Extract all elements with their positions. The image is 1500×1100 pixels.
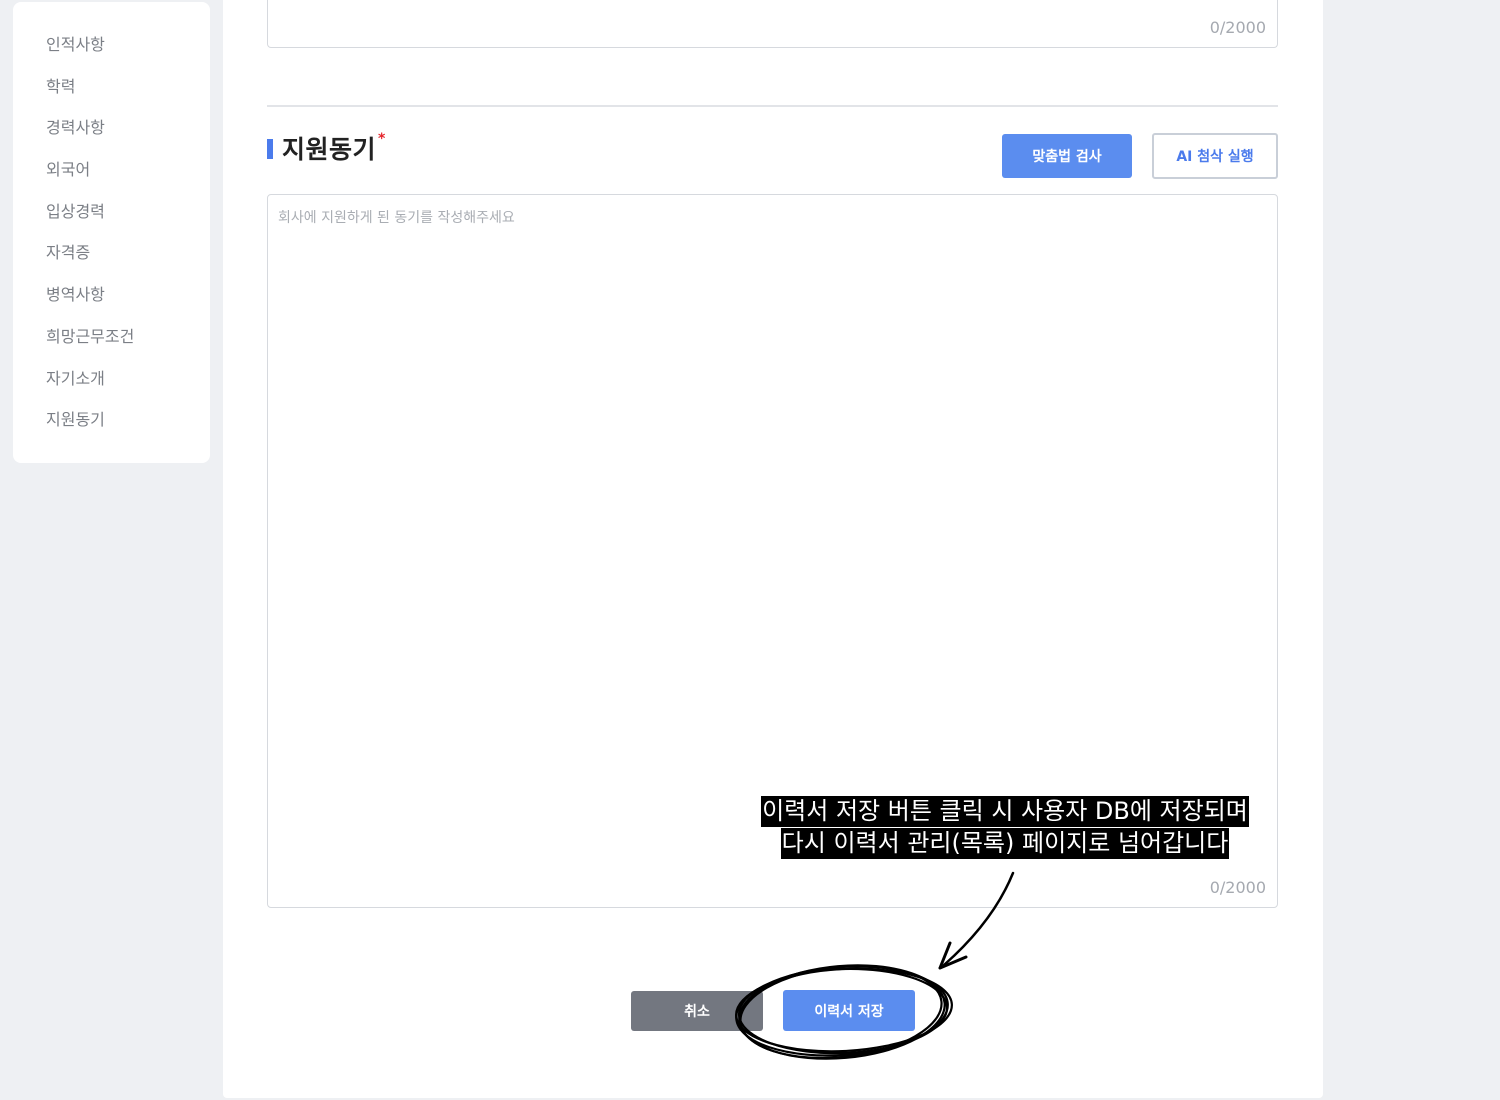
sidebar-item-career[interactable]: 경력사항	[13, 114, 210, 156]
sidebar-item-education[interactable]: 학력	[13, 73, 210, 115]
section-marker-bar	[267, 139, 273, 159]
motivation-textarea-container: 0/2000	[267, 194, 1278, 908]
motivation-textarea[interactable]	[268, 195, 1277, 865]
sidebar-item-certificates[interactable]: 자격증	[13, 239, 210, 281]
sidebar-item-awards[interactable]: 입상경력	[13, 198, 210, 240]
spell-check-button[interactable]: 맞춤법 검사	[1002, 134, 1132, 178]
section-title: 지원동기	[282, 135, 377, 164]
cancel-button[interactable]: 취소	[631, 991, 763, 1031]
ai-review-button[interactable]: AI 첨삭 실행	[1152, 133, 1278, 179]
sidebar-item-motivation[interactable]: 지원동기	[13, 406, 210, 448]
character-counter: 0/2000	[1209, 878, 1266, 897]
character-counter: 0/2000	[1209, 18, 1266, 37]
resume-form-panel: 0/2000 지원동기 * 맞춤법 검사 AI 첨삭 실행 0/2000 취소 …	[223, 0, 1323, 1098]
self-introduction-textarea[interactable]: 0/2000	[267, 0, 1278, 48]
section-divider	[267, 105, 1278, 107]
sidebar-item-personal-info[interactable]: 인적사항	[13, 31, 210, 73]
sidebar-item-foreign-language[interactable]: 외국어	[13, 156, 210, 198]
sidebar-item-desired-conditions[interactable]: 희망근무조건	[13, 323, 210, 365]
required-asterisk: *	[378, 131, 386, 147]
resume-section-sidebar: 인적사항 학력 경력사항 외국어 입상경력 자격증 병역사항 희망근무조건 자기…	[13, 2, 210, 463]
sidebar-item-military-service[interactable]: 병역사항	[13, 281, 210, 323]
motivation-section-header: 지원동기 *	[267, 128, 385, 168]
save-resume-button[interactable]: 이력서 저장	[783, 990, 915, 1031]
sidebar-item-self-introduction[interactable]: 자기소개	[13, 365, 210, 407]
